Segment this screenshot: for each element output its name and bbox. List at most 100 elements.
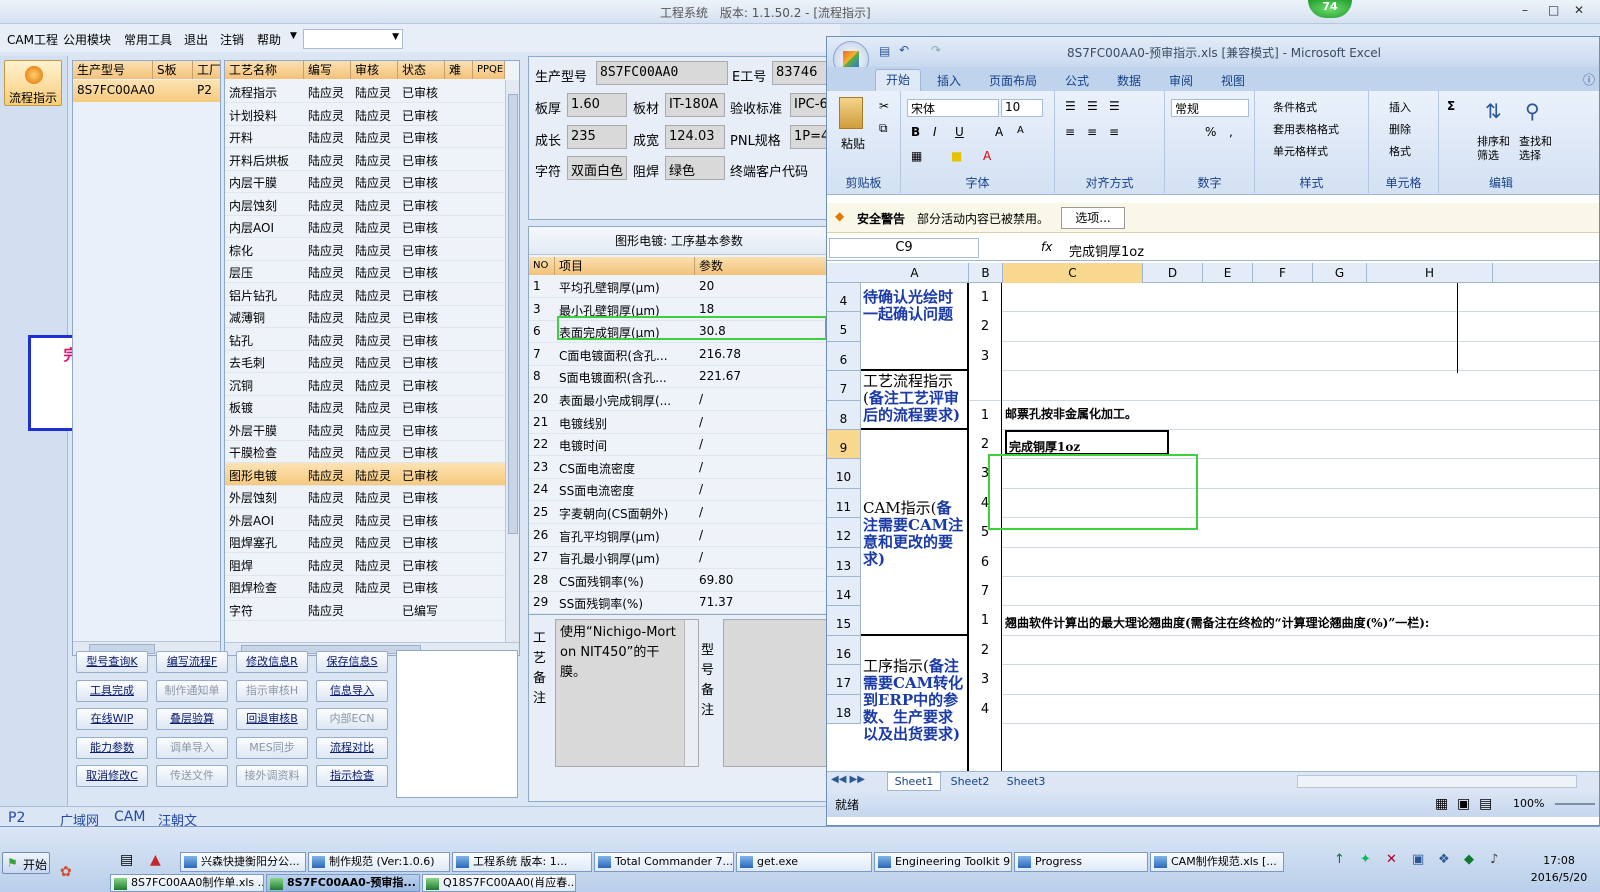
- tray-shield-icon[interactable]: ◆: [1464, 852, 1474, 867]
- table-row[interactable]: 1 平均孔壁铜厚(μm) 20: [529, 275, 827, 298]
- row-header[interactable]: 7: [827, 371, 861, 401]
- table-row[interactable]: 23 CS面电流密度 /: [529, 456, 827, 479]
- prod-model-field[interactable]: 8S7FC00AA0: [596, 61, 728, 85]
- action-button[interactable]: 接外调资料: [236, 765, 308, 787]
- ribbon-tab-data[interactable]: 数据: [1117, 72, 1141, 89]
- action-button[interactable]: 信息导入: [316, 679, 388, 702]
- proc-col-ppqe[interactable]: PPQE: [473, 61, 505, 79]
- table-row[interactable]: 29 SS面残铜率(%) 71.37: [529, 591, 827, 615]
- e-number-field[interactable]: 83746: [772, 61, 828, 85]
- font-color-icon[interactable]: A: [983, 149, 991, 163]
- cut-icon[interactable]: ✂: [879, 99, 889, 113]
- thickness-field[interactable]: 1.60: [567, 93, 627, 117]
- insert-cells-button[interactable]: 插入: [1389, 99, 1411, 115]
- menu-cam[interactable]: CAM工程: [7, 31, 58, 48]
- row-header[interactable]: 17: [827, 665, 861, 695]
- security-options-button[interactable]: 选项...: [1061, 207, 1125, 229]
- table-row[interactable]: 外层蚀刻 陆应灵 陆应灵 已审核: [225, 485, 505, 508]
- name-box[interactable]: C9: [829, 238, 979, 258]
- align-left-icon[interactable]: ≡: [1065, 125, 1075, 139]
- table-row[interactable]: 板镀 陆应灵 陆应灵 已审核: [225, 395, 505, 418]
- tray-x-icon[interactable]: ✕: [1386, 852, 1397, 867]
- table-row[interactable]: 26 盲孔平均铜厚(μm) /: [529, 524, 827, 547]
- length-field[interactable]: 235: [567, 125, 627, 149]
- minimize-icon[interactable]: –: [1522, 3, 1528, 17]
- proc-col-difficulty[interactable]: 难: [445, 61, 473, 79]
- action-button[interactable]: 流程对比: [316, 736, 388, 759]
- tray-app-icon[interactable]: ✦: [1360, 852, 1371, 867]
- view-layout-icon[interactable]: ▣: [1457, 796, 1470, 812]
- table-row[interactable]: 流程指示 陆应灵 陆应灵 已审核: [225, 80, 505, 103]
- taskbar-button[interactable]: 工程系统 版本: 1...: [452, 852, 592, 872]
- row-header[interactable]: 14: [827, 577, 861, 607]
- undo-icon[interactable]: ↶: [899, 43, 909, 57]
- align-middle-icon[interactable]: ☰: [1087, 99, 1098, 113]
- proc-col-reviewer[interactable]: 审核: [351, 61, 398, 79]
- cell-c9[interactable]: 完成铜厚1oz: [1005, 430, 1169, 456]
- sheet-tab-3[interactable]: Sheet3: [999, 773, 1053, 791]
- taskbar-button[interactable]: Total Commander 7....: [594, 852, 734, 872]
- fill-color-icon[interactable]: ■: [951, 149, 962, 163]
- taskbar-button[interactable]: 制作规范 (Ver:1.0.6): [308, 852, 450, 872]
- column-header[interactable]: C: [1003, 263, 1143, 283]
- table-row[interactable]: 干膜检查 陆应灵 陆应灵 已审核: [225, 440, 505, 463]
- action-button[interactable]: 制作通知单: [156, 679, 228, 702]
- ribbon-tab-insert[interactable]: 插入: [937, 72, 961, 89]
- cell-style-button[interactable]: 单元格样式: [1273, 143, 1328, 159]
- paste-button[interactable]: 粘贴: [841, 135, 865, 152]
- action-button[interactable]: 传送文件: [156, 765, 228, 787]
- italic-icon[interactable]: I: [933, 125, 937, 139]
- column-header[interactable]: A: [861, 263, 969, 283]
- table-row[interactable]: 沉铜 陆应灵 陆应灵 已审核: [225, 373, 505, 396]
- table-row[interactable]: 24 SS面电流密度 /: [529, 478, 827, 502]
- action-button[interactable]: 叠层验算: [156, 708, 228, 730]
- list-number[interactable]: 4: [969, 694, 1001, 724]
- align-bottom-icon[interactable]: ☰: [1109, 99, 1120, 113]
- start-button[interactable]: ⚑ 开始: [2, 852, 50, 874]
- ribbon-tab-home[interactable]: 开始: [875, 69, 921, 91]
- table-row[interactable]: 棕化 陆应灵 陆应灵 已审核: [225, 238, 505, 261]
- row-header[interactable]: 11: [827, 488, 861, 519]
- action-button[interactable]: 指示审核H: [236, 679, 308, 702]
- proc-col-status[interactable]: 状态: [398, 61, 445, 79]
- taskbar-button[interactable]: CAM制作规范.xls [...: [1150, 852, 1284, 872]
- help-dropdown-icon[interactable]: ▼: [290, 31, 297, 41]
- section-label[interactable]: 工序指示(备注需要CAM转化到ERP中的参数、生产要求以及出货要求): [861, 635, 967, 777]
- align-center-icon[interactable]: ≡: [1087, 125, 1097, 139]
- action-button[interactable]: 调单导入: [156, 736, 228, 759]
- row-header[interactable]: 16: [827, 635, 861, 666]
- table-row[interactable]: 20 表面最小完成铜厚(... /: [529, 388, 827, 411]
- params-col-no[interactable]: NO: [529, 257, 555, 275]
- table-row[interactable]: 减薄铜 陆应灵 陆应灵 已审核: [225, 305, 505, 328]
- quicklaunch-pdf-icon[interactable]: ▲: [150, 852, 161, 868]
- status-tab-cam[interactable]: CAM: [114, 809, 145, 825]
- proc-vscroll[interactable]: [505, 80, 519, 642]
- align-top-icon[interactable]: ☰: [1065, 99, 1076, 113]
- table-row[interactable]: 内层干膜 陆应灵 陆应灵 已审核: [225, 170, 505, 193]
- row-header[interactable]: 5: [827, 312, 861, 342]
- menu-logout[interactable]: 注销: [220, 31, 244, 48]
- action-button[interactable]: 保存信息S: [316, 651, 388, 673]
- delete-cells-button[interactable]: 删除: [1389, 121, 1411, 137]
- sort-filter-icon[interactable]: ⇅: [1485, 99, 1502, 123]
- comma-icon[interactable]: ,: [1229, 125, 1233, 139]
- prod-col-model[interactable]: 生产型号: [73, 61, 153, 79]
- sheet-hscroll[interactable]: [1297, 775, 1577, 788]
- action-button[interactable]: 工具完成: [76, 679, 148, 702]
- table-row[interactable]: 层压 陆应灵 陆应灵 已审核: [225, 260, 505, 283]
- table-row[interactable]: 7 C面电镀面积(含孔... 216.78: [529, 343, 827, 366]
- menu-public[interactable]: 公用模块: [63, 31, 111, 48]
- proc-col-name[interactable]: 工艺名称: [225, 61, 304, 79]
- menu-combo[interactable]: ▼: [303, 29, 403, 49]
- view-normal-icon[interactable]: ▦: [1435, 796, 1448, 812]
- tray-bluetooth-icon[interactable]: ❖: [1438, 852, 1450, 867]
- clock[interactable]: 17:08 2016/5/20: [1524, 852, 1594, 886]
- action-button[interactable]: 能力参数: [76, 736, 148, 759]
- section-label[interactable]: CAM指示(备注需要CAM注意和更改的要求): [861, 430, 967, 636]
- tray-net-icon[interactable]: ▣: [1412, 852, 1424, 867]
- params-col-item[interactable]: 项目: [555, 257, 695, 275]
- action-button[interactable]: 编写流程F: [156, 651, 228, 673]
- sheet-tab-2[interactable]: Sheet2: [943, 773, 997, 791]
- taskbar-button[interactable]: 8S7FC00AA0制作单.xls ...: [110, 874, 264, 892]
- conditional-format-button[interactable]: 条件格式: [1273, 99, 1317, 115]
